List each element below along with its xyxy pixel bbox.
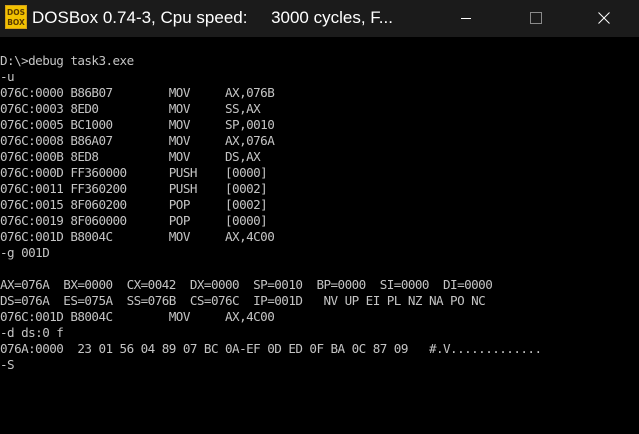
maximize-icon: [530, 12, 542, 24]
console-line: 076C:0015 8F060200 POP [0002]: [0, 197, 268, 212]
console-line: 076C:0003 8ED0 MOV SS,AX: [0, 101, 261, 116]
dosbox-logo-icon[interactable]: DOS BOX: [5, 5, 27, 29]
console-line: 076A:0000 23 01 56 04 89 07 BC 0A-EF 0D …: [0, 341, 542, 356]
console-line: -u: [0, 69, 15, 84]
command-prompt-line[interactable]: -S: [0, 357, 639, 373]
console-line: D:\>debug task3.exe: [0, 53, 134, 68]
console-line: 076C:000D FF360000 PUSH [0000]: [0, 165, 268, 180]
console-line: 076C:0000 B86B07 MOV AX,076B: [0, 85, 275, 100]
title-bar[interactable]: DOS BOX DOSBox 0.74-3, Cpu speed: 3000 c…: [0, 0, 639, 37]
console-line: 076C:001D B8004C MOV AX,4C00: [0, 309, 275, 324]
close-button[interactable]: [581, 0, 627, 37]
maximize-button[interactable]: [512, 0, 558, 37]
console-line: 076C:0019 8F060000 POP [0000]: [0, 213, 268, 228]
minimize-icon: [461, 18, 471, 19]
console-line: -d ds:0 f: [0, 325, 64, 340]
console-line: AX=076A BX=0000 CX=0042 DX=0000 SP=0010 …: [0, 277, 493, 292]
console-line: DS=076A ES=075A SS=076B CS=076C IP=001D …: [0, 293, 486, 308]
dos-console[interactable]: D:\>debug task3.exe -u 076C:0000 B86B07 …: [0, 53, 639, 434]
console-line: 076C:000B 8ED8 MOV DS,AX: [0, 149, 261, 164]
console-line: 076C:0011 FF360200 PUSH [0002]: [0, 181, 268, 196]
console-line: -g 001D: [0, 245, 50, 260]
svg-text:DOS: DOS: [7, 8, 25, 17]
svg-text:BOX: BOX: [7, 18, 25, 27]
window-title: DOSBox 0.74-3, Cpu speed: 3000 cycles, F…: [32, 8, 393, 27]
console-line: 076C:001D B8004C MOV AX,4C00: [0, 229, 275, 244]
close-icon: [598, 12, 610, 24]
console-line: 076C:0008 B86A07 MOV AX,076A: [0, 133, 275, 148]
console-line: 076C:0005 BC1000 MOV SP,0010: [0, 117, 275, 132]
minimize-button[interactable]: [443, 0, 489, 37]
dosbox-window: DOS BOX DOSBox 0.74-3, Cpu speed: 3000 c…: [0, 0, 639, 434]
